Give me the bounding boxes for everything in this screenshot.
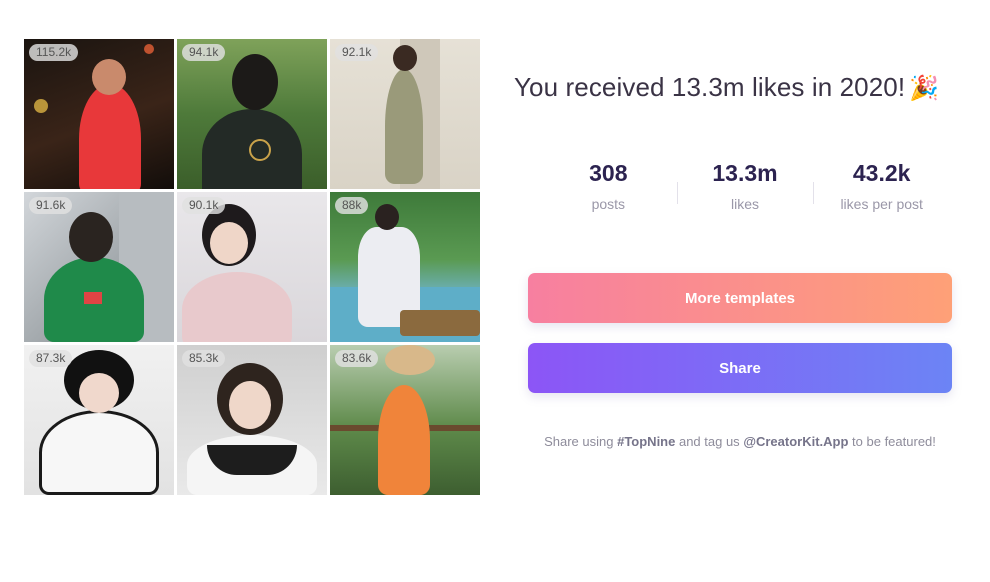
likes-badge: 88k (335, 197, 369, 214)
photo-tile-9: 83.6k (330, 345, 480, 495)
handle: @CreatorKit.App (743, 434, 849, 449)
likes-badge: 90.1k (182, 197, 226, 214)
photo-tile-6: 88k (330, 192, 480, 342)
likes-badge: 83.6k (335, 350, 379, 367)
stat-label: likes (731, 196, 760, 212)
top-nine-grid: 115.2k 94.1k 92.1k 91.6k 90.1k 88k 87.3k… (24, 39, 480, 495)
party-popper-icon: 🎉 (909, 74, 940, 102)
stat-posts: 308 posts (540, 160, 677, 220)
photo-tile-3: 92.1k (330, 39, 480, 189)
likes-badge: 115.2k (29, 44, 79, 61)
headline: You received 13.3m likes in 2020! 🎉 (514, 72, 974, 103)
stat-value: 308 (589, 160, 628, 186)
photo-tile-5: 90.1k (177, 192, 327, 342)
photo-tile-2: 94.1k (177, 39, 327, 189)
stat-likes: 13.3m likes (676, 160, 814, 220)
likes-badge: 91.6k (29, 197, 73, 214)
more-templates-button[interactable]: More templates (528, 273, 952, 323)
hashtag: #TopNine (617, 434, 676, 449)
likes-badge: 87.3k (29, 350, 73, 367)
photo-tile-7: 87.3k (24, 345, 174, 495)
likes-badge: 85.3k (182, 350, 226, 367)
share-hint-suffix: to be featured! (848, 434, 936, 449)
stat-label: likes per post (840, 196, 923, 212)
share-hint-prefix: Share using (544, 434, 618, 449)
stats-row: 308 posts 13.3m likes 43.2k likes per po… (540, 160, 950, 220)
headline-text: You received 13.3m likes in 2020! (514, 72, 906, 102)
photo-tile-8: 85.3k (177, 345, 327, 495)
stat-value: 13.3m (712, 160, 778, 186)
likes-badge: 94.1k (182, 44, 226, 61)
likes-badge: 92.1k (335, 44, 379, 61)
share-button[interactable]: Share (528, 343, 952, 393)
stat-value: 43.2k (852, 160, 911, 186)
photo-tile-1: 115.2k (24, 39, 174, 189)
share-hint: Share using #TopNine and tag us @Creator… (500, 434, 980, 449)
stat-label: posts (591, 196, 626, 212)
summary-panel: You received 13.3m likes in 2020! 🎉 308 p… (500, 0, 990, 582)
photo-tile-4: 91.6k (24, 192, 174, 342)
stat-likes-per-post: 43.2k likes per post (813, 160, 950, 220)
share-hint-middle: and tag us (675, 434, 744, 449)
